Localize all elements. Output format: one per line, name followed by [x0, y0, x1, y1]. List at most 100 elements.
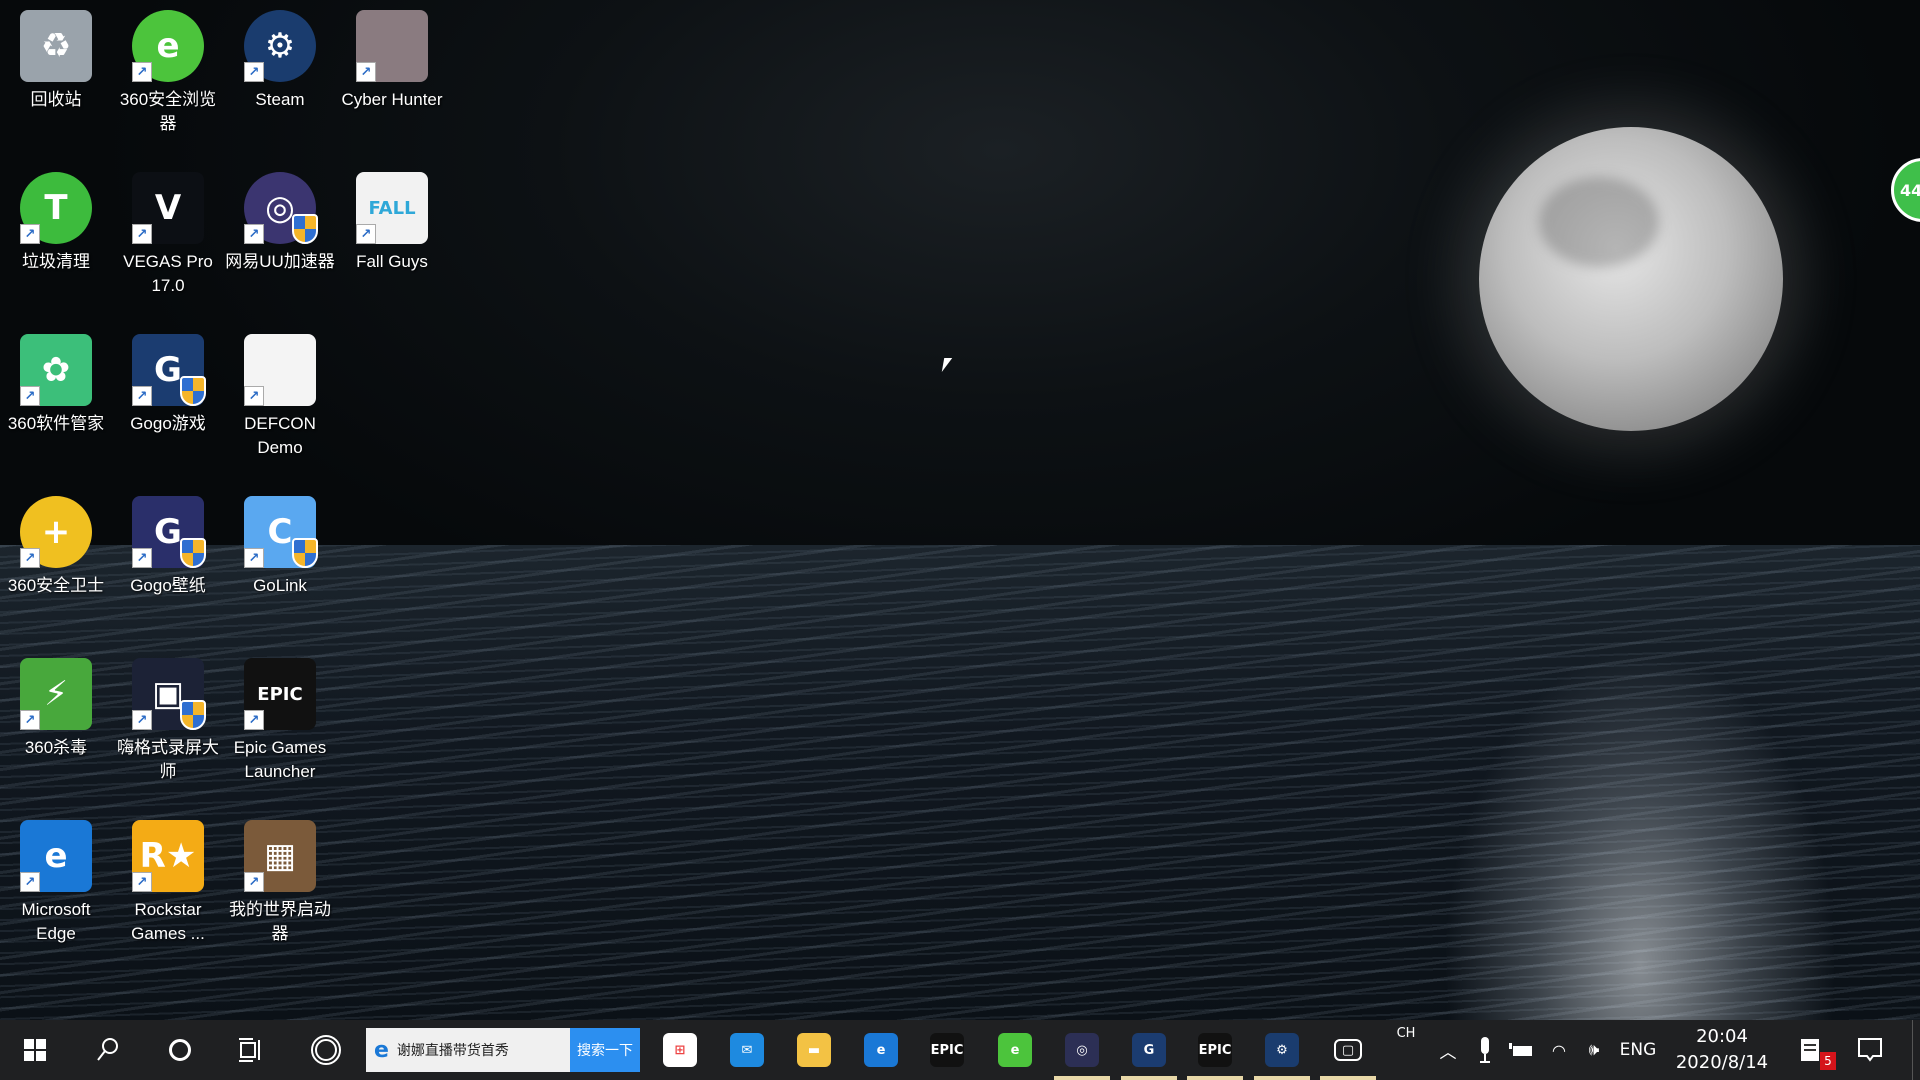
edge-icon: e	[864, 1033, 898, 1067]
360-taskbar-widget[interactable]	[302, 1020, 350, 1080]
desktop-icon-label: Cyber Hunter	[341, 90, 443, 109]
wifi-icon: ◜◝	[1552, 1040, 1566, 1060]
360-logo-icon	[311, 1035, 341, 1065]
taskbar-app-edge[interactable]: e	[849, 1020, 913, 1080]
volume-button[interactable]: 🕪	[1579, 1020, 1609, 1080]
icon-glyph: ◎	[265, 188, 295, 228]
desktop-icon-label: Microsoft Edge	[21, 900, 91, 943]
clock[interactable]: 20:04 2020/8/14	[1670, 1020, 1774, 1080]
desktop-icon[interactable]: G ↗ Gogo壁纸	[112, 496, 224, 598]
cortana-button[interactable]	[156, 1020, 204, 1080]
uu-accelerator-icon: ◎ ↗	[244, 172, 318, 244]
shortcut-arrow-icon: ↗	[132, 710, 152, 730]
shortcut-arrow-icon: ↗	[244, 710, 264, 730]
network-button[interactable]: ◜◝	[1544, 1020, 1574, 1080]
desktop-icon[interactable]: ⚡ ↗ 360杀毒	[0, 658, 112, 760]
cyber-hunter-icon: ↗	[356, 10, 428, 82]
desktop-icon-label: Steam	[255, 90, 305, 109]
show-desktop-button[interactable]	[1912, 1020, 1920, 1080]
desktop-icon[interactable]: ♻ 回收站	[0, 10, 112, 112]
taskbar-app-microsoft-store[interactable]: ⊞	[648, 1020, 712, 1080]
language-indicator[interactable]: ENG	[1614, 1020, 1662, 1080]
desktop-icon[interactable]: C ↗ GoLink	[224, 496, 336, 598]
desktop-icon[interactable]: T ↗ 垃圾清理	[0, 172, 112, 274]
desktop-icon[interactable]: R★ ↗ Rockstar Games ...	[112, 820, 224, 946]
icon-glyph: EPIC	[257, 683, 303, 705]
desktop-icon[interactable]: G ↗ Gogo游戏	[112, 334, 224, 436]
floating-accelerator-ball[interactable]: 44	[1891, 158, 1920, 222]
shortcut-arrow-icon: ↗	[20, 548, 40, 568]
icon-glyph: e	[44, 836, 68, 876]
gogo-game-icon: G ↗	[132, 334, 206, 406]
speaker-icon: 🕪	[1588, 1040, 1600, 1060]
desktop-icon[interactable]: ▦ ↗ 我的世界启动器	[224, 820, 336, 946]
start-button[interactable]	[12, 1020, 58, 1080]
taskbar-app-file-explorer[interactable]: ▬	[782, 1020, 846, 1080]
desktop-icon[interactable]: e ↗ Microsoft Edge	[0, 820, 112, 946]
shortcut-arrow-icon: ↗	[244, 548, 264, 568]
icon-glyph: ✿	[41, 350, 71, 390]
icon-glyph: ♻	[40, 26, 72, 66]
notes-button[interactable]	[1790, 1020, 1830, 1080]
taskbar-app-epic-games-2[interactable]: EPIC	[1183, 1020, 1247, 1080]
mouse-cursor	[941, 358, 953, 372]
icon-glyph: ⚙	[264, 26, 296, 66]
desktop-icon[interactable]: ↗ Cyber Hunter	[336, 10, 448, 112]
ime-indicator[interactable]: CH	[1394, 1020, 1418, 1050]
taskbar-app-360-browser[interactable]: e	[983, 1020, 1047, 1080]
taskbar-app-steam[interactable]: ⚙	[1250, 1020, 1314, 1080]
desktop-icon[interactable]: ⚙ ↗ Steam	[224, 10, 336, 112]
microphone-button[interactable]	[1472, 1020, 1498, 1080]
show-hidden-icons-button[interactable]: ︿	[1434, 1020, 1462, 1080]
desktop-icon-label: Rockstar Games ...	[131, 900, 205, 943]
web-search-input[interactable]: e 谢娜直播带货首秀	[366, 1028, 570, 1072]
icon-glyph: C	[267, 512, 293, 552]
file-icon: ↗	[244, 334, 316, 406]
taskbar-app-gogo[interactable]: G	[1117, 1020, 1181, 1080]
desktop-icon-label: 网易UU加速器	[225, 252, 335, 271]
task-view-button[interactable]	[228, 1020, 276, 1080]
uu-accelerator-icon: ◎	[1065, 1033, 1099, 1067]
vegas-pro-icon: V ↗	[132, 172, 204, 244]
epic-games-2-icon: EPIC	[1198, 1033, 1232, 1067]
desktop-icon-label: Fall Guys	[356, 252, 428, 271]
web-search-submit-button[interactable]: 搜索一下	[570, 1028, 640, 1072]
steam-icon: ⚙ ↗	[244, 10, 316, 82]
desktop-icon[interactable]: EPIC ↗ Epic Games Launcher	[224, 658, 336, 784]
desktop-icon[interactable]: FALL ↗ Fall Guys	[336, 172, 448, 274]
microphone-icon	[1480, 1037, 1490, 1063]
fall-guys-icon: FALL ↗	[356, 172, 428, 244]
360-antivirus-icon: ⚡ ↗	[20, 658, 92, 730]
360-security-icon: + ↗	[20, 496, 92, 568]
shortcut-arrow-icon: ↗	[244, 224, 264, 244]
360-software-manager-icon: ✿ ↗	[20, 334, 92, 406]
desktop-icon[interactable]: ▣ ↗ 嗨格式录屏大师	[112, 658, 224, 784]
search-button[interactable]	[84, 1020, 132, 1080]
taskbar: e 谢娜直播带货首秀 搜索一下 ⊞ ✉ ▬ e EPIC e ◎ G EPIC ⚙ ▢ CH ︿ ◜…	[0, 1020, 1920, 1080]
action-center-button[interactable]	[1848, 1020, 1892, 1080]
desktop-icon[interactable]: ◎ ↗ 网易UU加速器	[224, 172, 336, 274]
desktop-icon-label: 360杀毒	[24, 738, 88, 757]
desktop-icon[interactable]: + ↗ 360安全卫士	[0, 496, 112, 598]
microsoft-store-icon: ⊞	[663, 1033, 697, 1067]
trash-cleaner-icon: T ↗	[20, 172, 92, 244]
edge-icon: e ↗	[20, 820, 92, 892]
battery-button[interactable]	[1506, 1020, 1536, 1080]
360-browser-icon: e ↗	[132, 10, 204, 82]
desktop-icon-label: 回收站	[30, 90, 82, 109]
taskbar-app-epic-games[interactable]: EPIC	[915, 1020, 979, 1080]
desktop-icon[interactable]: ✿ ↗ 360软件管家	[0, 334, 112, 436]
taskbar-app-uu-accelerator[interactable]: ◎	[1050, 1020, 1114, 1080]
notification-count-badge: 5	[1820, 1052, 1836, 1070]
taskbar-app-screen-recorder[interactable]: ▢	[1316, 1020, 1380, 1080]
desktop-icon[interactable]: V ↗ VEGAS Pro 17.0	[112, 172, 224, 298]
action-center-icon	[1858, 1038, 1882, 1062]
taskbar-app-mail[interactable]: ✉	[715, 1020, 779, 1080]
search-query: 谢娜直播带货首秀	[396, 1043, 509, 1059]
shortcut-arrow-icon: ↗	[132, 224, 152, 244]
uac-shield-icon	[292, 538, 318, 568]
steam-icon: ⚙	[1265, 1033, 1299, 1067]
desktop-icon[interactable]: ↗ DEFCON Demo	[224, 334, 336, 460]
desktop-icon[interactable]: e ↗ 360安全浏览器	[112, 10, 224, 136]
file-explorer-icon: ▬	[797, 1033, 831, 1067]
